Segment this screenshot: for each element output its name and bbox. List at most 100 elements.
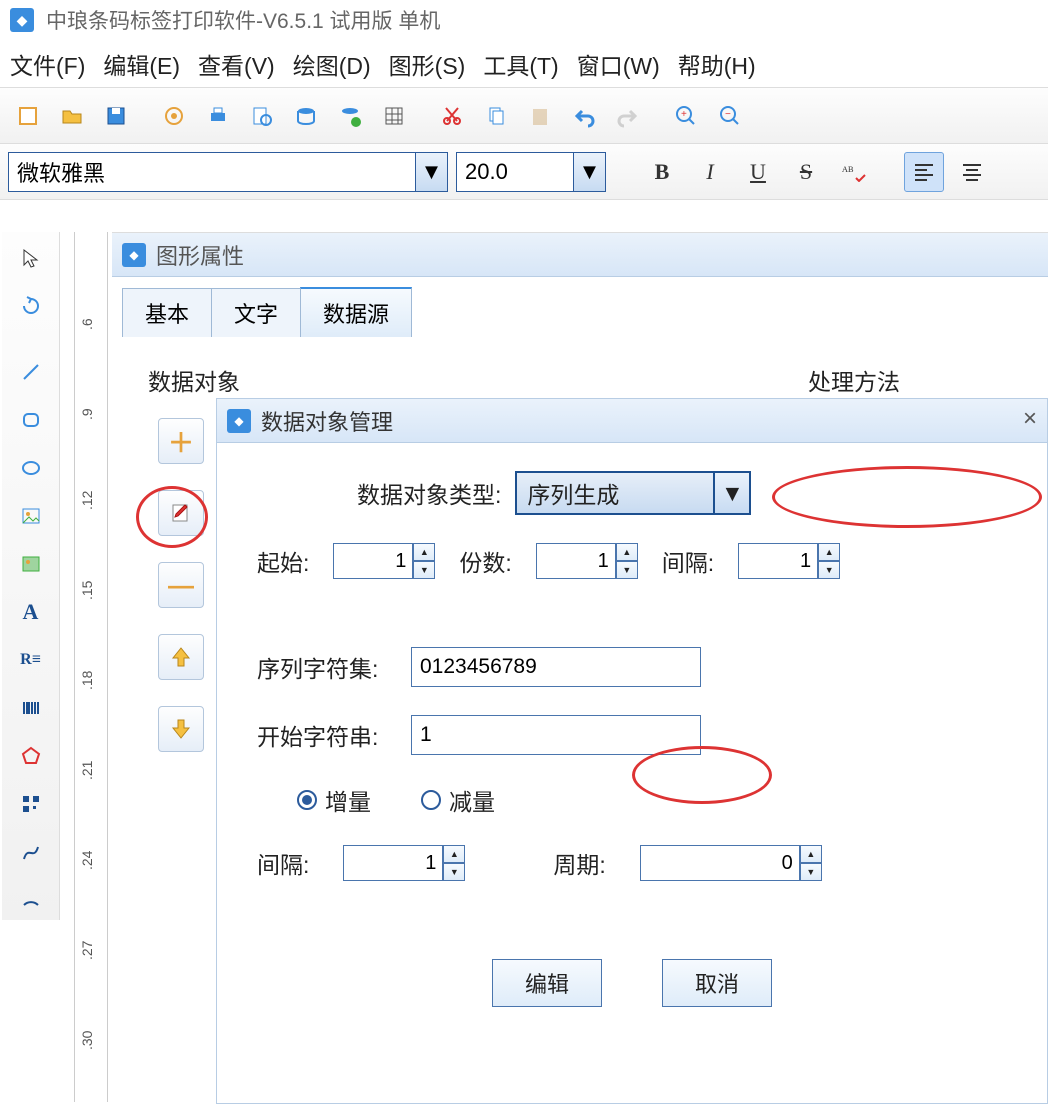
spellcheck-button[interactable]: ᴬᴮ: [834, 152, 874, 192]
undo-button[interactable]: [564, 96, 604, 136]
barcode-tool[interactable]: [11, 688, 51, 728]
edit-apply-button[interactable]: 编辑: [492, 959, 602, 1007]
zoom-out-button[interactable]: −: [710, 96, 750, 136]
close-button[interactable]: ×: [1023, 405, 1037, 433]
settings-button[interactable]: [154, 96, 194, 136]
period-spinner[interactable]: ▲▼: [640, 845, 822, 881]
rotate-tool[interactable]: [11, 286, 51, 326]
add-button[interactable]: ＋: [158, 418, 204, 464]
menu-file[interactable]: 文件(F): [10, 47, 85, 81]
cut-button[interactable]: [432, 96, 472, 136]
align-left-button[interactable]: [904, 152, 944, 192]
gap-input[interactable]: [738, 543, 818, 579]
copies-input[interactable]: [536, 543, 616, 579]
charset-input[interactable]: [411, 647, 701, 687]
menu-tools[interactable]: 工具(T): [483, 47, 558, 81]
tab-basic[interactable]: 基本: [122, 288, 212, 337]
formatbar: 微软雅黑 ▼ 20.0 ▼ B I U S ᴬᴮ: [0, 144, 1048, 200]
spin-up-icon[interactable]: ▲: [413, 543, 435, 561]
richtext-tool[interactable]: R≡: [11, 640, 51, 680]
polygon-tool[interactable]: [11, 736, 51, 776]
grid-button[interactable]: [374, 96, 414, 136]
tab-text[interactable]: 文字: [211, 288, 301, 337]
side-toolbox: A R≡: [2, 232, 60, 920]
gap-spinner[interactable]: ▲▼: [738, 543, 840, 579]
align-center-button[interactable]: [952, 152, 992, 192]
copy-button[interactable]: [476, 96, 516, 136]
type-select[interactable]: 序列生成 ▼: [515, 471, 751, 515]
line-tool[interactable]: [11, 352, 51, 392]
tab-datasource[interactable]: 数据源: [300, 287, 412, 337]
startstr-label: 开始字符串:: [257, 718, 397, 752]
spin-down-icon[interactable]: ▼: [800, 863, 822, 881]
bold-button[interactable]: B: [642, 152, 682, 192]
pointer-tool[interactable]: [11, 238, 51, 278]
interval-input[interactable]: [343, 845, 443, 881]
paste-button[interactable]: [520, 96, 560, 136]
preview-button[interactable]: [242, 96, 282, 136]
spin-up-icon[interactable]: ▲: [443, 845, 465, 863]
spin-down-icon[interactable]: ▼: [443, 863, 465, 881]
spin-up-icon[interactable]: ▲: [800, 845, 822, 863]
chevron-down-icon[interactable]: ▼: [573, 153, 605, 191]
spin-up-icon[interactable]: ▲: [818, 543, 840, 561]
save-button[interactable]: [96, 96, 136, 136]
period-input[interactable]: [640, 845, 800, 881]
copies-spinner[interactable]: ▲▼: [536, 543, 638, 579]
menu-window[interactable]: 窗口(W): [577, 47, 660, 81]
edit-button[interactable]: [158, 490, 204, 536]
start-input[interactable]: [333, 543, 413, 579]
strike-button[interactable]: S: [786, 152, 826, 192]
italic-button[interactable]: I: [690, 152, 730, 192]
database-button[interactable]: [286, 96, 326, 136]
underline-button[interactable]: U: [738, 152, 778, 192]
print-button[interactable]: [198, 96, 238, 136]
dialog-title[interactable]: ◆ 数据对象管理 ×: [217, 399, 1047, 443]
spin-down-icon[interactable]: ▼: [818, 561, 840, 579]
chevron-down-icon[interactable]: ▼: [415, 153, 447, 191]
chevron-down-icon[interactable]: ▼: [713, 473, 749, 513]
menu-help[interactable]: 帮助(H): [678, 47, 756, 81]
menu-draw[interactable]: 绘图(D): [293, 47, 371, 81]
image-tool[interactable]: [11, 496, 51, 536]
tabs: 基本 文字 数据源: [122, 289, 411, 337]
new-button[interactable]: [8, 96, 48, 136]
roundrect-tool[interactable]: [11, 400, 51, 440]
menu-shape[interactable]: 图形(S): [389, 47, 466, 81]
qrcode-tool[interactable]: [11, 784, 51, 824]
redo-button[interactable]: [608, 96, 648, 136]
shape-properties-panel: ◆ 图形属性 基本 文字 数据源 数据对象 处理方法: [112, 232, 1048, 392]
fontsize-value: 20.0: [465, 159, 508, 185]
copies-label: 份数:: [459, 544, 511, 578]
period-label: 周期:: [553, 846, 605, 880]
remove-button[interactable]: —: [158, 562, 204, 608]
interval-label: 间隔:: [257, 846, 309, 880]
arc-tool[interactable]: [11, 880, 51, 920]
toolbar: + −: [0, 88, 1048, 144]
startstr-input[interactable]: [411, 715, 701, 755]
zoom-in-button[interactable]: +: [666, 96, 706, 136]
menu-view[interactable]: 查看(V): [198, 47, 275, 81]
decrement-radio[interactable]: 减量: [421, 783, 495, 817]
font-combo[interactable]: 微软雅黑 ▼: [8, 152, 448, 192]
cancel-button[interactable]: 取消: [662, 959, 772, 1007]
moveup-button[interactable]: [158, 634, 204, 680]
ellipse-tool[interactable]: [11, 448, 51, 488]
curve-tool[interactable]: [11, 832, 51, 872]
text-tool[interactable]: A: [11, 592, 51, 632]
start-spinner[interactable]: ▲▼: [333, 543, 435, 579]
spin-up-icon[interactable]: ▲: [616, 543, 638, 561]
fontsize-combo[interactable]: 20.0 ▼: [456, 152, 606, 192]
movedown-button[interactable]: [158, 706, 204, 752]
picture-tool[interactable]: [11, 544, 51, 584]
spin-down-icon[interactable]: ▼: [616, 561, 638, 579]
increment-radio[interactable]: 增量: [297, 783, 371, 817]
open-button[interactable]: [52, 96, 92, 136]
interval-spinner[interactable]: ▲▼: [343, 845, 465, 881]
menu-edit[interactable]: 编辑(E): [103, 47, 180, 81]
database-refresh-button[interactable]: [330, 96, 370, 136]
spin-down-icon[interactable]: ▼: [413, 561, 435, 579]
radio-icon: [297, 790, 317, 810]
dialog-icon: ◆: [227, 409, 251, 433]
panel-title: ◆ 图形属性: [112, 233, 1048, 277]
